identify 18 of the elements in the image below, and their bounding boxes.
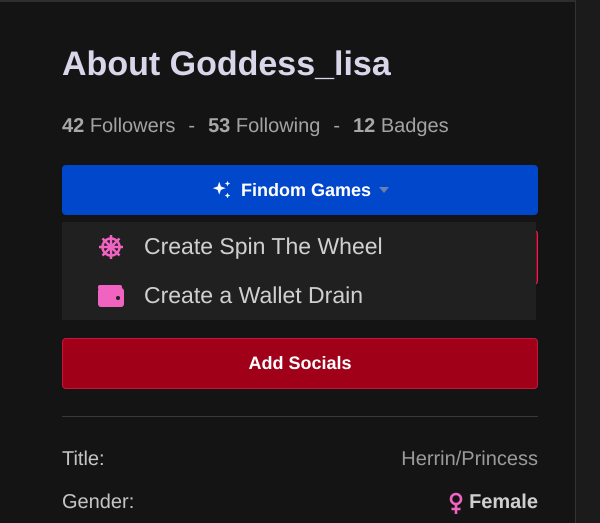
stat-text: 53 Following	[208, 114, 320, 138]
caret-icon	[379, 187, 390, 193]
games-dropdown-button[interactable]: Findom Games	[62, 165, 538, 215]
detail-label: Title:	[62, 448, 105, 471]
stat-text: 12 Badges	[353, 114, 449, 138]
wheel-icon	[98, 234, 124, 260]
detail-value: Herrin/Princess	[401, 448, 538, 471]
menu-item[interactable]: Create Spin The Wheel	[62, 222, 536, 271]
stat-text: 42 Followers	[62, 114, 176, 138]
add-socials-button[interactable]: Add Socials	[62, 338, 538, 389]
separator-text: -	[333, 114, 340, 138]
profile-heading: About Goddess_lisa	[62, 44, 392, 85]
menu-item[interactable]: Create a Wallet Drain	[62, 271, 536, 320]
separator-text: -	[188, 114, 196, 138]
detail-label: Gender:	[62, 491, 134, 514]
female-icon	[449, 492, 464, 514]
wallet-icon	[98, 284, 124, 306]
detail-value: Female	[469, 491, 538, 514]
